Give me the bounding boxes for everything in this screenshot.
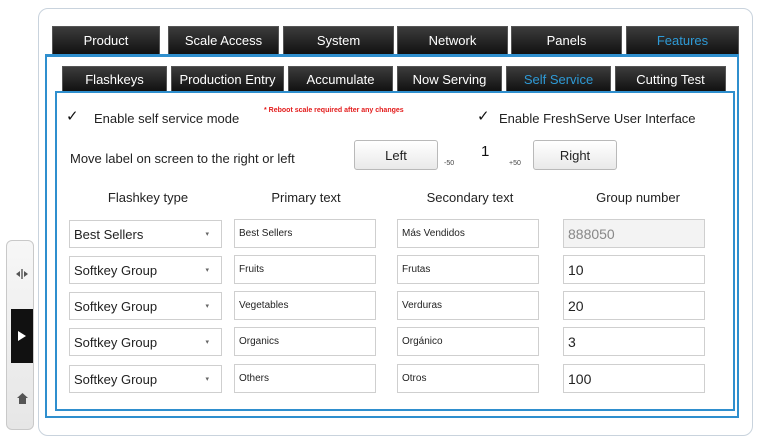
tab-panels[interactable]: Panels [511, 26, 622, 54]
self-service-checkbox[interactable]: ✓ [66, 109, 80, 124]
flashkey-type-value: Best Sellers [74, 226, 144, 242]
secondary-text-input[interactable]: Más Vendidos [397, 219, 539, 248]
right-button[interactable]: Right [533, 140, 617, 170]
secondary-text-input[interactable]: Verduras [397, 291, 539, 320]
group-number-input[interactable]: 20 [563, 291, 705, 320]
primary-text-input[interactable]: Vegetables [234, 291, 376, 320]
flashkey-type-value: Softkey Group [74, 298, 158, 314]
primary-text-input[interactable]: Fruits [234, 255, 376, 284]
left-button[interactable]: Left [354, 140, 438, 170]
flashkey-type-select[interactable]: Softkey Group ▾ [69, 292, 222, 320]
group-number-input[interactable]: 3 [563, 327, 705, 356]
tab-self-service[interactable]: Self Service [506, 66, 611, 91]
tab-flashkeys[interactable]: Flashkeys [62, 66, 167, 91]
flashkey-type-select[interactable]: Softkey Group ▾ [69, 365, 222, 393]
tab-production-entry[interactable]: Production Entry [171, 66, 284, 91]
chevron-down-icon: ▾ [205, 267, 209, 274]
tab-network[interactable]: Network [397, 26, 508, 54]
chevron-down-icon: ▾ [205, 376, 209, 383]
freshserve-label: Enable FreshServe User Interface [499, 111, 696, 126]
tab-system[interactable]: System [283, 26, 394, 54]
group-number-input[interactable]: 888050 [563, 219, 705, 248]
offset-min: -50 [444, 160, 455, 167]
flashkey-type-select[interactable]: Softkey Group ▾ [69, 256, 222, 284]
primary-text-input[interactable]: Organics [234, 327, 376, 356]
tab-features[interactable]: Features [626, 26, 739, 54]
tab-product[interactable]: Product [52, 26, 160, 54]
secondary-text-input[interactable]: Orgánico [397, 327, 539, 356]
group-number-input[interactable]: 100 [563, 364, 705, 393]
home-icon[interactable] [11, 383, 33, 413]
primary-text-input[interactable]: Others [234, 364, 376, 393]
move-label-text: Move label on screen to the right or lef… [70, 151, 295, 166]
tab-accumulate[interactable]: Accumulate [288, 66, 393, 91]
side-nav [6, 240, 34, 430]
flashkey-type-value: Softkey Group [74, 334, 158, 350]
tab-scale-access[interactable]: Scale Access [168, 26, 279, 54]
flashkey-type-select[interactable]: Softkey Group ▾ [69, 328, 222, 356]
self-service-label: Enable self service mode [94, 111, 240, 126]
header-group-number: Group number [596, 190, 680, 205]
flashkey-type-value: Softkey Group [74, 262, 158, 278]
chevron-down-icon: ▾ [205, 231, 209, 238]
flashkey-type-value: Softkey Group [74, 371, 158, 387]
secondary-text-input[interactable]: Otros [397, 364, 539, 393]
tab-cutting-test[interactable]: Cutting Test [615, 66, 726, 91]
play-icon[interactable] [11, 309, 33, 363]
header-primary-text: Primary text [271, 190, 341, 205]
header-secondary-text: Secondary text [426, 190, 514, 205]
secondary-text-input[interactable]: Frutas [397, 255, 539, 284]
flashkey-type-select[interactable]: Best Sellers ▾ [69, 220, 222, 248]
chevron-down-icon: ▾ [205, 339, 209, 346]
freshserve-checkbox[interactable]: ✓ [477, 109, 491, 124]
offset-max: +50 [509, 160, 521, 167]
offset-value: 1 [481, 143, 490, 160]
split-arrows-icon[interactable] [11, 259, 33, 289]
tab-now-serving[interactable]: Now Serving [397, 66, 502, 91]
group-number-input[interactable]: 10 [563, 255, 705, 284]
chevron-down-icon: ▾ [205, 303, 209, 310]
header-flashkey-type: Flashkey type [107, 190, 189, 205]
primary-text-input[interactable]: Best Sellers [234, 219, 376, 248]
self-service-panel [55, 91, 735, 411]
reboot-note: * Reboot scale required after any change… [264, 107, 404, 114]
